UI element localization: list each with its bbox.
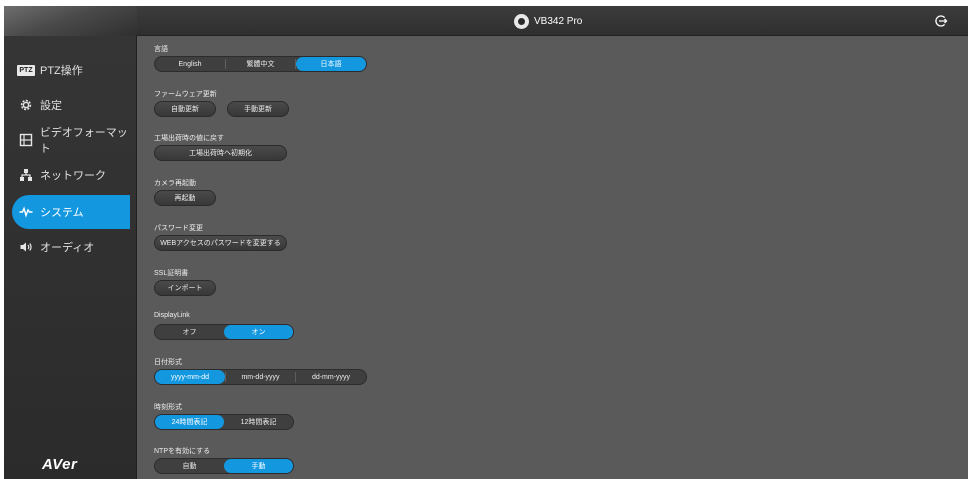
sidebar-item-system[interactable]: システム xyxy=(12,195,130,229)
gear-icon xyxy=(18,97,34,113)
language-option-traditional-chinese[interactable]: 繁體中文 xyxy=(226,57,295,71)
sidebar-item-ptz[interactable]: PTZ PTZ操作 xyxy=(4,53,137,87)
sidebar-header xyxy=(4,6,137,36)
displaylink-label: DisplayLink xyxy=(154,312,190,319)
time-format-label: 時刻形式 xyxy=(154,404,182,411)
ssl-import-button[interactable]: インポート xyxy=(154,280,216,296)
sidebar-item-label: PTZ操作 xyxy=(40,65,83,77)
displaylink-toggle: オフ オン xyxy=(154,324,294,340)
date-format-option-ymd[interactable]: yyyy-mm-dd xyxy=(155,370,225,384)
camera-title: VB342 Pro xyxy=(514,13,582,29)
logout-icon[interactable] xyxy=(934,14,948,28)
sidebar-item-video-format[interactable]: ビデオフォーマット xyxy=(4,123,137,157)
ntp-toggle: 自動 手動 xyxy=(154,458,294,474)
sidebar-item-label: ネットワーク xyxy=(40,170,106,182)
sidebar: PTZ PTZ操作 設定 ビデオフォーマット ネットワーク システム オーディオ… xyxy=(4,6,137,479)
time-format-toggle: 24時間表記 12時間表記 xyxy=(154,414,294,430)
ntp-auto-option[interactable]: 自動 xyxy=(155,459,224,473)
date-format-selector: yyyy-mm-dd mm-dd-yyyy dd-mm-yyyy xyxy=(154,369,367,385)
manual-update-button[interactable]: 手動更新 xyxy=(227,101,289,117)
time-format-24h-option[interactable]: 24時間表記 xyxy=(155,415,224,429)
aver-logo: AVer xyxy=(42,456,78,473)
date-format-label: 日付形式 xyxy=(154,359,182,366)
date-format-option-mdy[interactable]: mm-dd-yyyy xyxy=(226,370,295,384)
language-selector: English 繁體中文 日本語 xyxy=(154,56,367,72)
time-format-12h-option[interactable]: 12時間表記 xyxy=(224,415,293,429)
date-format-option-dmy[interactable]: dd-mm-yyyy xyxy=(296,370,366,384)
ptz-badge-icon: PTZ xyxy=(17,64,35,76)
system-settings-panel: 言語 English 繁體中文 日本語 ファームウェア更新 自動更新 手動更新 … xyxy=(154,44,854,479)
sidebar-item-label: ビデオフォーマット xyxy=(39,127,128,155)
sidebar-item-settings[interactable]: 設定 xyxy=(4,88,137,122)
auto-update-button[interactable]: 自動更新 xyxy=(154,101,216,117)
firmware-label: ファームウェア更新 xyxy=(154,91,217,98)
ssl-label: SSL証明書 xyxy=(154,270,189,277)
sidebar-item-audio[interactable]: オーディオ xyxy=(4,230,137,264)
language-option-japanese[interactable]: 日本語 xyxy=(296,57,366,71)
ntp-manual-option[interactable]: 手動 xyxy=(224,459,293,473)
sidebar-item-label: システム xyxy=(40,207,84,219)
sidebar-item-label: 設定 xyxy=(40,100,62,112)
camera-name: VB342 Pro xyxy=(534,15,583,27)
displaylink-off-option[interactable]: オフ xyxy=(155,325,224,339)
camera-icon xyxy=(514,13,529,29)
network-icon xyxy=(18,167,34,183)
speaker-icon xyxy=(18,239,34,255)
displaylink-on-option[interactable]: オン xyxy=(224,325,293,339)
ntp-label: NTPを有効にする xyxy=(154,448,211,455)
factory-reset-label: 工場出荷時の値に戻す xyxy=(154,135,224,142)
film-icon xyxy=(18,132,34,148)
top-bar: VB342 Pro xyxy=(137,6,968,36)
restart-button[interactable]: 再起動 xyxy=(154,190,216,206)
camera-restart-label: カメラ再起動 xyxy=(154,180,196,187)
app-window: PTZ PTZ操作 設定 ビデオフォーマット ネットワーク システム オーディオ… xyxy=(4,6,968,479)
pulse-icon xyxy=(18,204,34,220)
sidebar-item-network[interactable]: ネットワーク xyxy=(4,158,137,192)
password-label: パスワード変更 xyxy=(154,225,203,232)
sidebar-item-label: オーディオ xyxy=(40,242,95,254)
factory-reset-button[interactable]: 工場出荷時へ初期化 xyxy=(154,145,287,161)
change-password-button[interactable]: WEBアクセスのパスワードを変更する xyxy=(154,235,287,251)
language-option-english[interactable]: English xyxy=(155,57,225,71)
language-label: 言語 xyxy=(154,46,168,53)
